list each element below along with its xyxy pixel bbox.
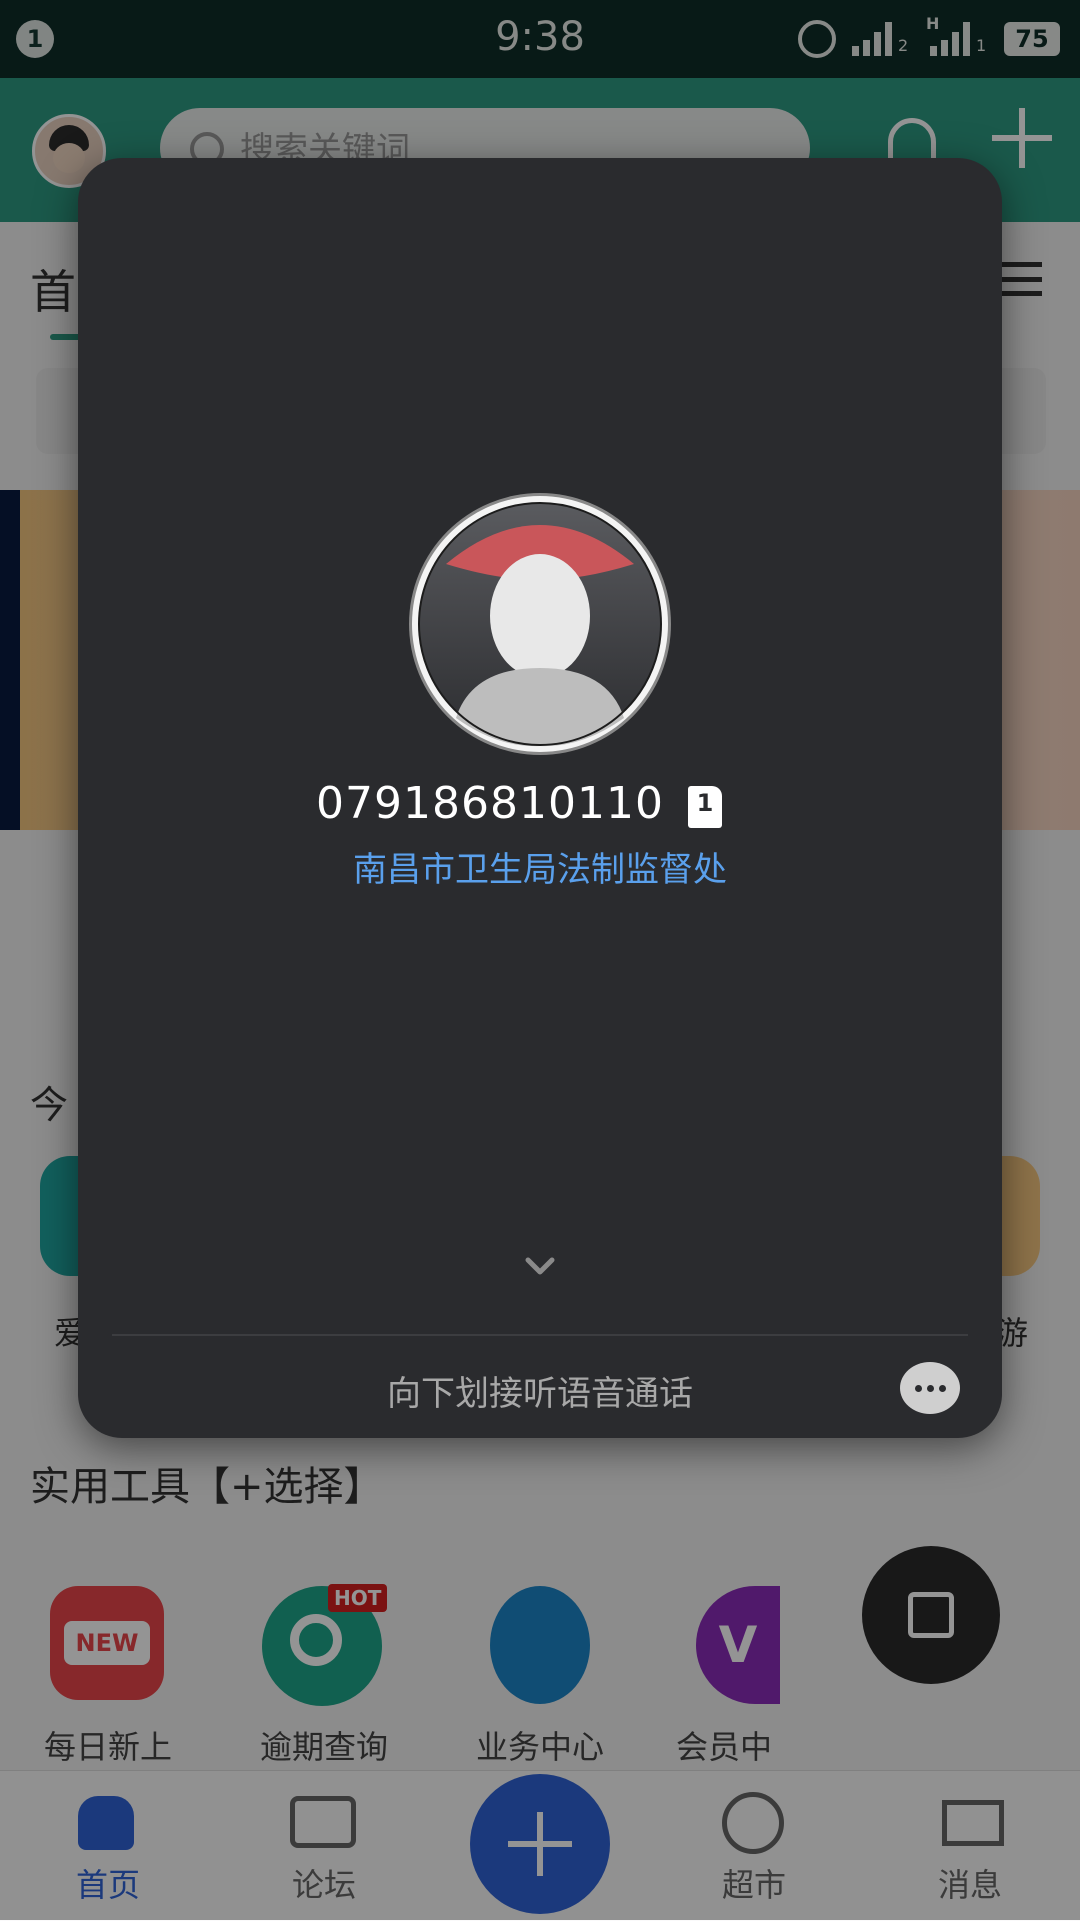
swipe-answer-hint: 向下划接听语音通话 [387,1374,693,1414]
default-person-icon [418,502,662,747]
caller-tag-label: 南昌市卫生局法制监督处 [353,850,727,890]
caller-number: 079186810110 [316,778,664,829]
message-reply-button[interactable] [900,1362,960,1414]
card-divider [112,1334,968,1336]
caller-avatar [412,496,668,752]
chevron-down-icon [525,1257,555,1275]
sim-card-icon: 1 [688,786,722,828]
